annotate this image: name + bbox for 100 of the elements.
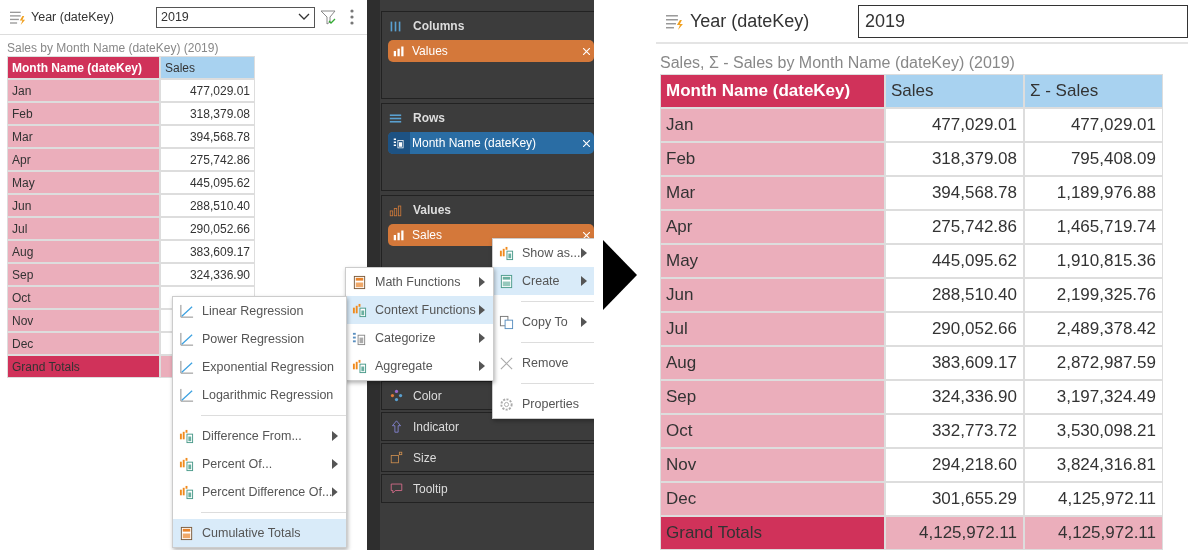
table-cell: 383,609.17: [160, 240, 255, 263]
menu-item[interactable]: Context Functions: [346, 296, 493, 324]
close-icon[interactable]: [583, 139, 590, 147]
bar-chart-icon: [393, 45, 405, 57]
table-cell: 477,029.01: [1024, 108, 1163, 142]
filter-icon[interactable]: [320, 9, 336, 25]
row-label: Feb: [7, 102, 160, 125]
table-cell: 394,568.78: [885, 176, 1024, 210]
table-cell: 4,125,972.11: [885, 516, 1024, 550]
close-icon[interactable]: [583, 47, 590, 55]
field-well[interactable]: Size: [381, 443, 594, 472]
caret-icon: [332, 431, 338, 441]
menu-item[interactable]: Math Functions: [346, 268, 493, 296]
table-cell: 324,336.90: [885, 380, 1024, 414]
chart-calculator-icon: [179, 456, 194, 472]
chart-calculator-icon: [352, 358, 367, 374]
row-label: Mar: [660, 176, 885, 210]
menu-item[interactable]: Create: [493, 267, 594, 295]
table-cell: 275,742.86: [885, 210, 1024, 244]
menu-item[interactable]: Difference From...: [173, 422, 346, 450]
table-cell: 1,189,976.88: [1024, 176, 1163, 210]
chart-calculator-icon: [179, 484, 194, 500]
field-chip[interactable]: Month Name (dateKey): [388, 132, 594, 154]
caret-icon: [479, 361, 485, 371]
menu-item[interactable]: Logarithmic Regression: [173, 381, 346, 409]
row-label: Aug: [660, 346, 885, 380]
field-well[interactable]: Tooltip: [381, 474, 594, 503]
row-label: Aug: [7, 240, 160, 263]
table-cell: 445,095.62: [160, 171, 255, 194]
settings-icon: [499, 396, 514, 412]
speech-bubble-icon: [390, 482, 403, 495]
table-cell: 324,336.90: [160, 263, 255, 286]
table-cell: 288,510.40: [160, 194, 255, 217]
year-dropdown[interactable]: 2019: [156, 6, 315, 28]
row-label: Nov: [660, 448, 885, 482]
row-label: Jan: [660, 108, 885, 142]
caret-icon: [581, 317, 587, 327]
table-cell: 394,568.78: [160, 125, 255, 148]
rows-icon: [389, 111, 402, 125]
copy-icon: [499, 314, 514, 330]
row-label: Jun: [7, 194, 160, 217]
filter-label: Year (dateKey): [689, 10, 811, 32]
row-label: Sep: [660, 380, 885, 414]
table-cell: 2,489,378.42: [1024, 312, 1163, 346]
trend-line-icon: [179, 387, 194, 403]
caret-icon: [479, 333, 485, 343]
table-cell: 445,095.62: [885, 244, 1024, 278]
caret-icon: [479, 277, 485, 287]
table-cell: 477,029.01: [160, 79, 255, 102]
menu-item[interactable]: Categorize: [346, 324, 493, 352]
year-dropdown[interactable]: 2019: [858, 4, 1188, 38]
triangle-arrow-icon: [603, 240, 637, 310]
row-label: Grand Totals: [7, 355, 160, 378]
more-icon[interactable]: [350, 9, 354, 25]
menu-item[interactable]: Cumulative Totals: [173, 519, 346, 547]
section-title: Values: [413, 203, 452, 217]
menu-item[interactable]: Power Regression: [173, 325, 346, 353]
table-title: Sales, Σ - Sales by Month Name (dateKey) (2019): [660, 54, 1016, 72]
table-cell: 4,125,972.11: [1024, 516, 1163, 550]
table-cell: 288,510.40: [885, 278, 1024, 312]
table-cell: 290,052.66: [160, 217, 255, 240]
table-cell: 1,910,815.36: [1024, 244, 1163, 278]
filter-label: Year (dateKey): [31, 10, 115, 24]
table-cell: 318,379.08: [885, 142, 1024, 176]
caret-icon: [332, 487, 338, 497]
row-label: Mar: [7, 125, 160, 148]
row-label: Dec: [7, 332, 160, 355]
calculator-icon: [499, 273, 514, 289]
table-title: Sales by Month Name (dateKey) (2019): [7, 41, 220, 55]
menu-item[interactable]: Aggregate: [346, 352, 493, 380]
section-title: Rows: [413, 111, 445, 125]
table-cell: 275,742.86: [160, 148, 255, 171]
calculator-icon: [352, 274, 367, 290]
menu-item[interactable]: Percent Of...: [173, 450, 346, 478]
table-cell: 2,199,325.76: [1024, 278, 1163, 312]
table-cell: 318,379.08: [160, 102, 255, 125]
chart-calculator-icon: [179, 428, 194, 444]
caret-icon: [581, 248, 587, 258]
menu-item[interactable]: Remove: [493, 349, 594, 377]
calculator-icon: [179, 525, 194, 541]
close-icon: [499, 355, 514, 371]
column-header: Sales: [885, 74, 1024, 108]
caret-icon: [581, 276, 587, 286]
menu-item[interactable]: Copy To: [493, 308, 594, 336]
table-cell: 3,824,316.81: [1024, 448, 1163, 482]
column-header: Σ - Sales: [1024, 74, 1163, 108]
close-icon[interactable]: [583, 231, 590, 239]
table-cell: 383,609.17: [885, 346, 1024, 380]
row-label: Feb: [660, 142, 885, 176]
row-label: Apr: [660, 210, 885, 244]
row-label: Jul: [660, 312, 885, 346]
row-label: Oct: [7, 286, 160, 309]
table-cell: 294,218.60: [885, 448, 1024, 482]
menu-item[interactable]: Linear Regression: [173, 297, 346, 325]
row-label: May: [660, 244, 885, 278]
dots-icon: [390, 389, 403, 402]
trend-line-icon: [179, 303, 194, 319]
column-header: Month Name (dateKey): [7, 56, 160, 79]
menu-item[interactable]: Exponential Regression: [173, 353, 346, 381]
menu-item[interactable]: Percent Difference Of...: [173, 478, 346, 506]
